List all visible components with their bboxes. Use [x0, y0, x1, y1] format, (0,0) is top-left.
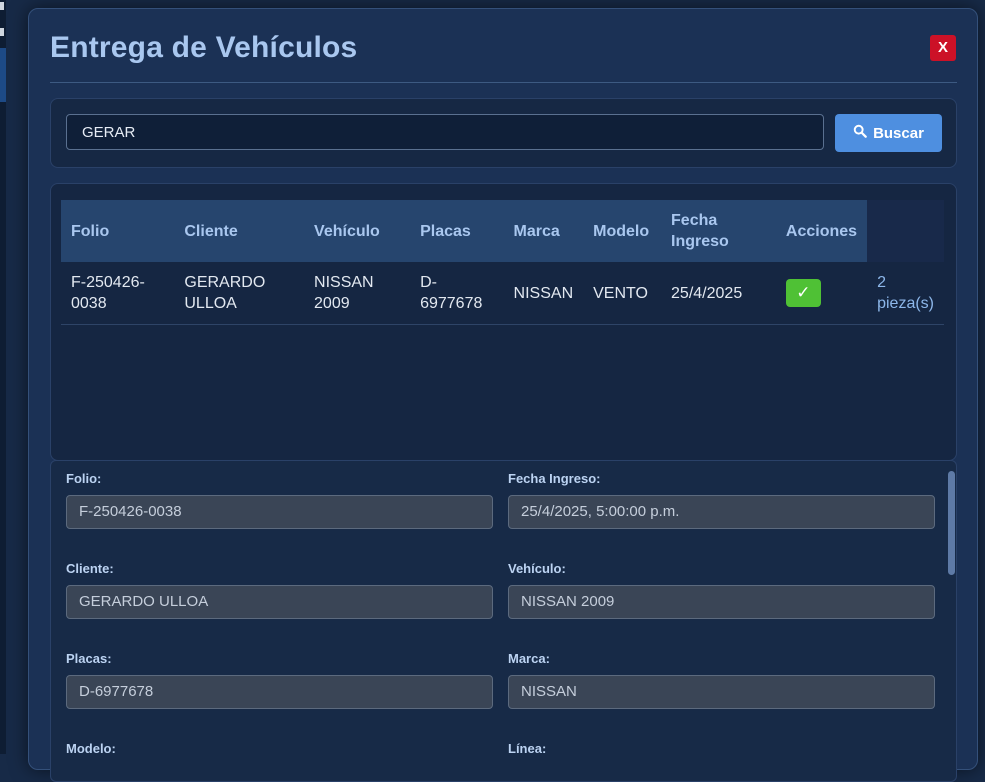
placas-value-input[interactable]: D-6977678 — [66, 675, 493, 709]
search-button-label: Buscar — [873, 124, 924, 142]
cell-fecha: 25/4/2025 — [661, 262, 776, 325]
column-header-extra — [867, 200, 944, 262]
marca-value-input[interactable]: NISSAN — [508, 675, 935, 709]
results-table-panel: Folio Cliente Vehículo Placas Marca Mode… — [50, 183, 957, 461]
column-header-placas: Placas — [410, 200, 504, 262]
table-row[interactable]: F-250426-0038 GERARDO ULLOA NISSAN 2009 … — [61, 262, 944, 325]
marca-field: Marca: NISSAN — [508, 651, 935, 709]
cell-vehiculo: NISSAN 2009 — [304, 262, 411, 325]
cliente-value-input[interactable]: GERARDO ULLOA — [66, 585, 493, 619]
fecha-ingreso-field: Fecha Ingreso: 25/4/2025, 5:00:00 p.m. — [508, 471, 935, 529]
search-input[interactable] — [66, 114, 824, 150]
close-button[interactable]: X — [930, 35, 956, 61]
fecha-ingreso-value-input[interactable]: 25/4/2025, 5:00:00 p.m. — [508, 495, 935, 529]
cell-cliente: GERARDO ULLOA — [174, 262, 305, 325]
column-header-acciones: Acciones — [775, 200, 868, 262]
fecha-ingreso-label: Fecha Ingreso: — [508, 471, 601, 486]
column-header-cliente: Cliente — [174, 200, 305, 262]
vehicle-delivery-modal: Entrega de Vehículos X Buscar Folio Clie… — [28, 8, 978, 782]
cell-placas: D-6977678 — [410, 262, 504, 325]
search-button[interactable]: Buscar — [835, 114, 942, 152]
marca-label: Marca: — [508, 651, 550, 666]
placas-field: Placas: D-6977678 — [66, 651, 493, 709]
modelo-label: Modelo: — [66, 741, 116, 756]
details-scrollbar[interactable] — [948, 471, 955, 575]
cell-folio: F-250426-0038 — [61, 262, 175, 325]
column-header-fecha-ingreso: Fecha Ingreso — [661, 200, 776, 262]
column-header-marca: Marca — [503, 200, 584, 262]
cliente-field: Cliente: GERARDO ULLOA — [66, 561, 493, 619]
linea-field: Línea: — [508, 741, 935, 757]
column-header-vehiculo: Vehículo — [304, 200, 411, 262]
vehiculo-label: Vehículo: — [508, 561, 566, 576]
folio-label: Folio: — [66, 471, 102, 486]
background-fragment — [0, 28, 4, 36]
modal-title: Entrega de Vehículos — [50, 31, 358, 64]
results-table: Folio Cliente Vehículo Placas Marca Mode… — [61, 200, 944, 325]
folio-field: Folio: F-250426-0038 — [66, 471, 493, 529]
background-fragment — [0, 2, 4, 10]
cliente-label: Cliente: — [66, 561, 114, 576]
cell-acciones: ✓ — [775, 262, 868, 325]
column-header-modelo: Modelo — [583, 200, 662, 262]
vehiculo-value-input[interactable]: NISSAN 2009 — [508, 585, 935, 619]
linea-label: Línea: — [508, 741, 547, 756]
column-header-folio: Folio — [61, 200, 175, 262]
check-icon: ✓ — [796, 283, 811, 303]
background-fragment — [0, 48, 6, 102]
cell-marca: NISSAN — [503, 262, 584, 325]
cell-modelo: VENTO — [583, 262, 662, 325]
confirm-delivery-button[interactable]: ✓ — [785, 279, 821, 307]
placas-label: Placas: — [66, 651, 112, 666]
modelo-field: Modelo: — [66, 741, 493, 757]
background-window-edge — [0, 0, 6, 754]
table-header-row: Folio Cliente Vehículo Placas Marca Mode… — [61, 200, 944, 262]
cell-piezas: 2 pieza(s) — [867, 262, 944, 325]
vehicle-details-form: Folio: F-250426-0038 Fecha Ingreso: 25/4… — [50, 460, 957, 782]
vehiculo-field: Vehículo: NISSAN 2009 — [508, 561, 935, 619]
search-icon — [853, 124, 867, 142]
folio-value-input[interactable]: F-250426-0038 — [66, 495, 493, 529]
title-divider — [50, 82, 957, 83]
search-panel: Buscar — [50, 98, 957, 168]
